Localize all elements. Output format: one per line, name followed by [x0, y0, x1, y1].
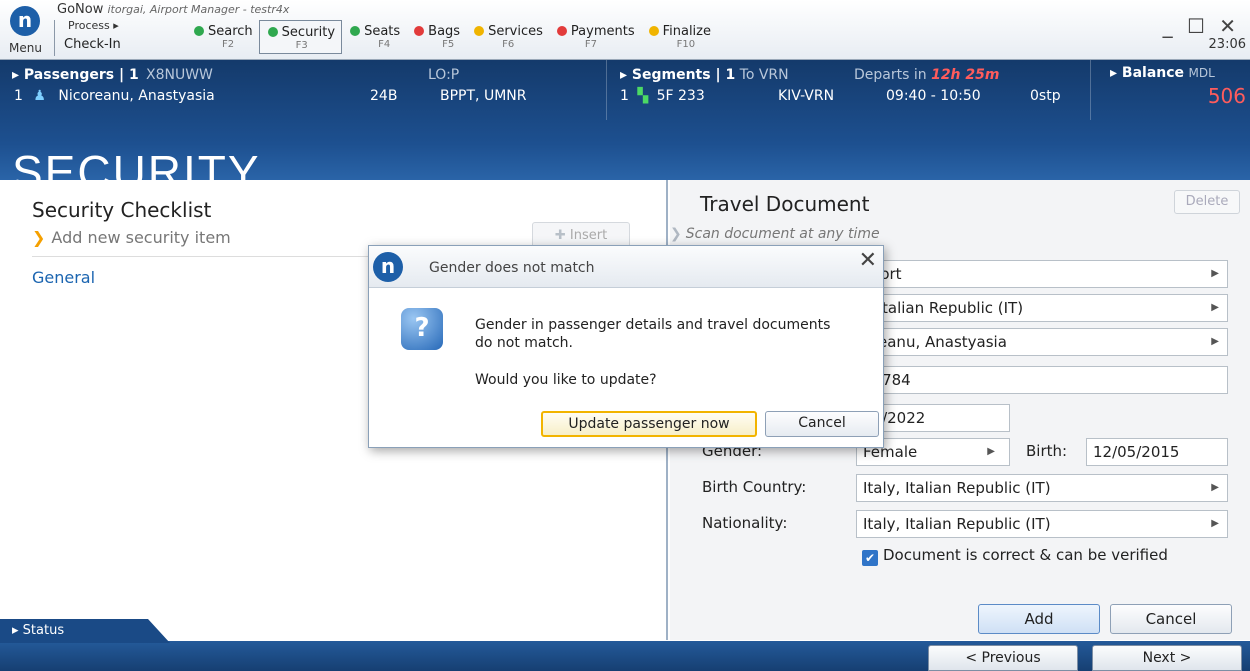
- status-dot-icon: [414, 26, 425, 36]
- stops: 0stp: [1030, 88, 1061, 104]
- document-number-field[interactable]: 68784: [856, 366, 1228, 394]
- step-security[interactable]: Security F3: [258, 20, 343, 54]
- nationality-select[interactable]: Italy, Italian Republic (IT) ▶: [856, 510, 1228, 538]
- status-dot-icon: [474, 26, 485, 36]
- process-name: Check-In: [64, 37, 121, 52]
- update-passenger-button[interactable]: Update passenger now: [541, 411, 757, 437]
- document-verified-checkbox[interactable]: ✔ Document is correct & can be verified: [862, 546, 1168, 566]
- segment-row[interactable]: 1 ▚ 5F 233: [620, 88, 705, 104]
- checkmark-icon: ✔: [862, 550, 878, 566]
- close-icon[interactable]: ✕: [859, 248, 877, 273]
- flight-time: 09:40 - 10:50: [886, 88, 981, 104]
- document-type-select[interactable]: sport▶: [856, 260, 1228, 288]
- passenger-name: Nicoreanu, Anastyasia: [58, 88, 215, 104]
- step-seats[interactable]: Seats F4: [342, 20, 406, 54]
- dropdown-arrow-icon: ▶: [1211, 482, 1219, 493]
- checklist-title: Security Checklist: [32, 198, 212, 222]
- departs-info: Departs in 12h 25m: [854, 67, 1000, 83]
- travel-document-title: Travel Document: [700, 192, 870, 216]
- holder-name-select[interactable]: oreanu, Anastyasia ▶: [856, 328, 1228, 356]
- step-search[interactable]: Search F2: [186, 20, 259, 54]
- divider: [606, 60, 607, 120]
- app-logo-icon[interactable]: n: [10, 6, 40, 36]
- status-dot-icon: [267, 27, 278, 37]
- chevron-right-icon: ▸: [12, 623, 19, 638]
- dialog-title: Gender does not match: [429, 260, 595, 276]
- process-steps: Search F2 Security F3 Seats F4 Bags F5 S…: [186, 20, 717, 54]
- previous-button[interactable]: < Previous: [928, 645, 1078, 671]
- passenger-ssr: BPPT, UMNR: [440, 88, 527, 104]
- step-finalize[interactable]: Finalize F10: [641, 20, 717, 54]
- app-title: GoNow itorgai, Airport Manager - testr4x: [57, 2, 289, 17]
- process-menu[interactable]: Process ▸: [68, 19, 119, 32]
- app-subtitle: itorgai, Airport Manager - testr4x: [107, 3, 290, 16]
- route: KIV-VRN: [778, 88, 835, 104]
- clock: 23:06: [1208, 37, 1246, 52]
- pnr: X8NUWW: [146, 67, 213, 83]
- chevron-right-icon: ❯: [32, 228, 46, 247]
- plus-icon: ✚: [554, 228, 566, 243]
- step-bags[interactable]: Bags F5: [406, 20, 466, 54]
- delete-button[interactable]: Delete: [1174, 190, 1240, 214]
- add-security-item[interactable]: ❯ Add new security item: [32, 228, 231, 247]
- dialog-message: Gender in passenger details and travel d…: [475, 317, 831, 351]
- passenger-seat: 24B: [370, 88, 398, 104]
- status-dot-icon: [194, 26, 204, 36]
- status-dot-icon: [556, 26, 567, 36]
- dropdown-arrow-icon: ▶: [987, 446, 995, 457]
- window-controls[interactable]: _ ☐ ✕: [1163, 14, 1240, 38]
- dialog-question: Would you like to update?: [475, 372, 657, 388]
- cancel-button[interactable]: Cancel: [1110, 604, 1232, 634]
- status-tab[interactable]: ▸ Status: [0, 619, 170, 643]
- checklist-group-general[interactable]: General: [32, 268, 95, 287]
- status-dot-icon: [648, 26, 659, 36]
- menu-label[interactable]: Menu: [9, 41, 42, 55]
- dropdown-arrow-icon: ▶: [1211, 302, 1219, 313]
- scan-hint: ❯ Scan document at any time: [670, 226, 880, 242]
- issuing-country-select[interactable]: /, Italian Republic (IT) ▶: [856, 294, 1228, 322]
- step-payments[interactable]: Payments F7: [549, 20, 641, 54]
- divider: [54, 20, 55, 56]
- add-button[interactable]: Add: [978, 604, 1100, 634]
- top-bar: n Menu GoNow itorgai, Airport Manager - …: [0, 0, 1250, 60]
- dropdown-arrow-icon: ▶: [1211, 268, 1219, 279]
- question-icon: ?: [401, 308, 443, 350]
- balance-header[interactable]: ▸ Balance MDL: [1110, 65, 1215, 81]
- app-name: GoNow: [57, 2, 104, 17]
- birth-country-label: Birth Country:: [702, 478, 807, 496]
- dialog-cancel-button[interactable]: Cancel: [765, 411, 879, 437]
- flight-number: 5F 233: [656, 88, 705, 104]
- person-icon: ♟: [33, 88, 46, 104]
- next-button[interactable]: Next >: [1092, 645, 1242, 671]
- lo-code: LO:P: [428, 67, 460, 83]
- dialog-header: n Gender does not match ✕: [369, 246, 883, 288]
- status-dot-icon: [350, 26, 361, 36]
- passengers-header[interactable]: ▸ Passengers | 1: [12, 67, 139, 83]
- segments-header[interactable]: ▸ Segments | 1 To VRN: [620, 67, 789, 83]
- birth-country-select[interactable]: Italy, Italian Republic (IT) ▶: [856, 474, 1228, 502]
- birth-date-field[interactable]: 12/05/2015: [1086, 438, 1228, 466]
- seat-icon: ▚: [637, 88, 649, 104]
- divider: [1090, 60, 1091, 120]
- nationality-label: Nationality:: [702, 514, 788, 532]
- app-logo-icon: n: [373, 252, 403, 282]
- passenger-row[interactable]: 1 ♟ Nicoreanu, Anastyasia: [14, 88, 215, 104]
- gender-mismatch-dialog: n Gender does not match ✕ ? Gender in pa…: [368, 245, 884, 448]
- step-services[interactable]: Services F6: [466, 20, 549, 54]
- chevron-right-icon: ❯: [670, 226, 682, 242]
- dropdown-arrow-icon: ▶: [1211, 336, 1219, 347]
- dropdown-arrow-icon: ▶: [1211, 518, 1219, 529]
- birth-label: Birth:: [1026, 442, 1068, 460]
- balance-amount: 506: [1207, 84, 1246, 108]
